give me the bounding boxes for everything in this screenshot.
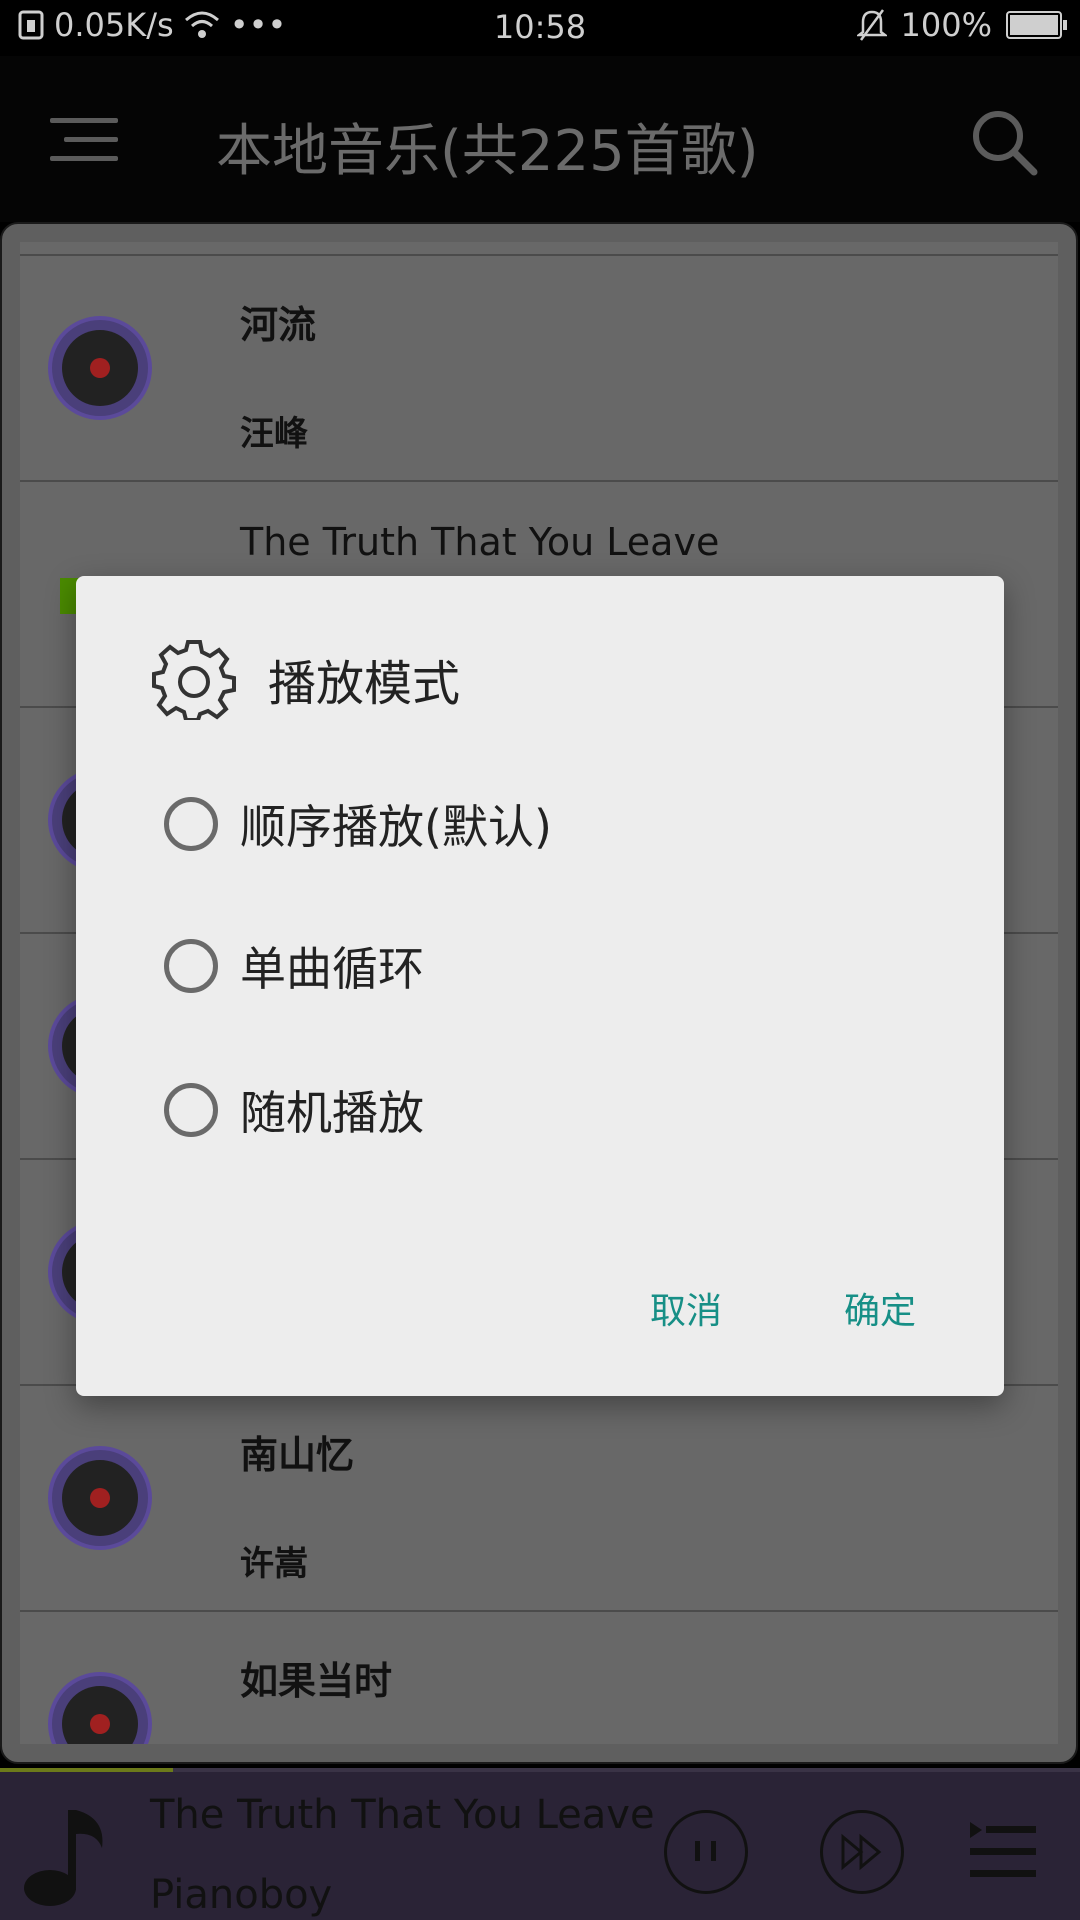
cancel-button[interactable]: 取消 xyxy=(634,1274,738,1342)
option-label: 随机播放 xyxy=(240,1086,424,1140)
gear-icon xyxy=(152,640,236,720)
radio-button[interactable] xyxy=(164,797,218,851)
option-label: 单曲循环 xyxy=(240,942,424,996)
confirm-button[interactable]: 确定 xyxy=(828,1274,932,1342)
option-repeat-one[interactable]: 单曲循环 xyxy=(164,934,424,998)
dialog-title: 播放模式 xyxy=(268,656,461,712)
option-shuffle[interactable]: 随机播放 xyxy=(164,1078,424,1142)
option-label: 顺序播放(默认) xyxy=(240,800,552,854)
radio-button[interactable] xyxy=(164,1083,218,1137)
option-sequential[interactable]: 顺序播放(默认) xyxy=(164,792,552,856)
play-mode-dialog: 播放模式 顺序播放(默认) 单曲循环 随机播放 取消 确定 xyxy=(76,576,1004,1396)
radio-button[interactable] xyxy=(164,939,218,993)
